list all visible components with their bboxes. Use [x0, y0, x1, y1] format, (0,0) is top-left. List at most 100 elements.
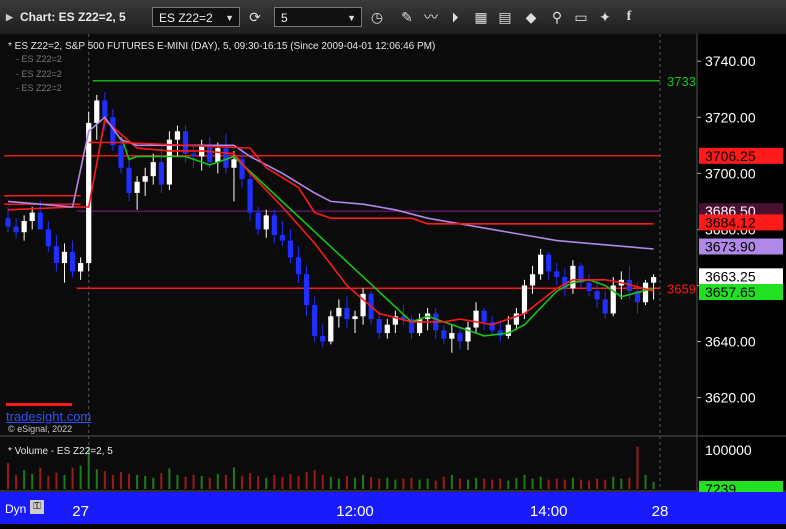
volume-bar: [458, 478, 461, 489]
clock-icon[interactable]: ◷: [366, 7, 388, 27]
candle-body: [279, 235, 285, 241]
candle-body: [441, 330, 447, 339]
price-tick-label: 3700.00: [705, 165, 756, 181]
candle-body: [37, 212, 43, 230]
chart-background: [0, 34, 786, 524]
play-icon[interactable]: ⏵: [444, 7, 466, 27]
candle-body: [13, 226, 19, 233]
volume-bar: [192, 474, 195, 489]
volume-bar: [200, 475, 203, 489]
candle-body: [602, 299, 608, 314]
volume-bar: [636, 446, 639, 489]
twitter-icon[interactable]: ✦: [594, 7, 616, 27]
lock-icon[interactable]: ⚿: [30, 500, 44, 514]
facebook-icon[interactable]: f: [618, 7, 640, 27]
candle-body: [473, 310, 479, 328]
candle-body: [150, 162, 156, 177]
volume-bar: [620, 478, 623, 489]
candle-body: [344, 307, 350, 320]
price-tick-label: 3720.00: [705, 109, 756, 125]
pencil-icon[interactable]: ✎: [396, 7, 418, 27]
tool-3-icon[interactable]: ◆: [520, 7, 542, 27]
candle-body: [271, 215, 277, 235]
volume-bar: [515, 477, 518, 489]
tool-2-icon[interactable]: ▤: [494, 7, 516, 27]
interval-combo[interactable]: 5 ▼: [274, 7, 362, 27]
candle-body: [126, 167, 132, 193]
chevron-down-icon: ▼: [225, 13, 234, 23]
refresh-icon[interactable]: ⟳: [244, 7, 266, 27]
candle-body: [295, 257, 302, 275]
price-tag-label: 3684.12: [705, 214, 756, 230]
volume-bar: [257, 475, 260, 489]
volume-bar: [652, 481, 655, 489]
candle-body: [231, 159, 237, 168]
candle-body: [505, 324, 511, 336]
volume-bar: [507, 480, 510, 489]
price-tick-label: 3640.00: [705, 334, 756, 350]
volume-bar: [47, 475, 50, 489]
candle-body: [166, 139, 172, 185]
candle-body: [538, 254, 544, 275]
time-tick-label: 28: [652, 503, 669, 520]
candle-body: [45, 229, 51, 247]
link-icon[interactable]: ⚲: [546, 7, 568, 27]
volume-bar: [184, 476, 187, 489]
window-menu-icon[interactable]: ▶: [6, 12, 13, 23]
legend-item: - ES Z22=2: [16, 69, 62, 79]
candle-body: [312, 305, 318, 336]
candle-body: [207, 145, 213, 163]
window-title: Chart: ES Z22=2, 5: [20, 10, 126, 24]
candle-body: [651, 277, 657, 283]
candle-body: [546, 254, 552, 272]
volume-bar: [499, 478, 502, 489]
volume-bar: [241, 475, 244, 489]
volume-bar: [539, 476, 542, 489]
volume-bar: [523, 474, 526, 489]
volume-bar: [555, 478, 558, 489]
candle-body: [529, 274, 536, 286]
volume-bar: [232, 467, 235, 489]
volume-bar: [95, 469, 98, 489]
volume-bar: [579, 479, 582, 489]
tool-1-icon[interactable]: ▦: [470, 7, 492, 27]
volume-bar: [265, 477, 268, 489]
volume-bar: [111, 474, 114, 489]
volume-bar: [354, 477, 357, 489]
volume-bar: [491, 479, 494, 489]
watermark-bar: [6, 403, 72, 406]
candle-body: [94, 100, 100, 123]
volume-bar: [531, 478, 534, 489]
legend-item: - ES Z22=2: [16, 83, 62, 93]
comment-icon[interactable]: ▭: [570, 7, 592, 27]
candle-body: [352, 316, 358, 320]
volume-bar: [273, 474, 276, 489]
price-tag-label: 3706.25: [705, 148, 756, 164]
volume-bar: [7, 463, 9, 489]
candle-body: [174, 131, 181, 140]
candle-body: [287, 240, 294, 258]
volume-bar: [31, 473, 34, 489]
volume-bar: [71, 467, 74, 489]
price-tick-label: 3620.00: [705, 390, 756, 406]
volume-bar: [370, 476, 373, 489]
chart-area[interactable]: 37333659 3620.003640.003660.003680.00370…: [0, 34, 786, 524]
volume-bar: [483, 478, 486, 489]
volume-bar: [281, 476, 284, 489]
candle-body: [554, 271, 560, 278]
candle-body: [594, 291, 600, 300]
candle-body: [489, 321, 495, 331]
dyn-label[interactable]: Dyn: [5, 502, 26, 516]
volume-bar: [176, 474, 179, 489]
volume-bar: [297, 475, 300, 489]
candle-body: [102, 100, 108, 118]
volume-bar: [547, 479, 550, 489]
candle-body: [328, 316, 334, 342]
symbol-combo[interactable]: ES Z22=2 ▼: [152, 7, 240, 27]
time-tick-label: 12:00: [336, 503, 374, 520]
time-tick-label: 14:00: [530, 503, 568, 520]
price-chart-svg[interactable]: 37333659 3620.003640.003660.003680.00370…: [0, 34, 786, 524]
volume-bar: [450, 474, 453, 489]
chart-study-icon[interactable]: 〰: [420, 7, 442, 27]
level-label: 3659: [667, 281, 696, 296]
